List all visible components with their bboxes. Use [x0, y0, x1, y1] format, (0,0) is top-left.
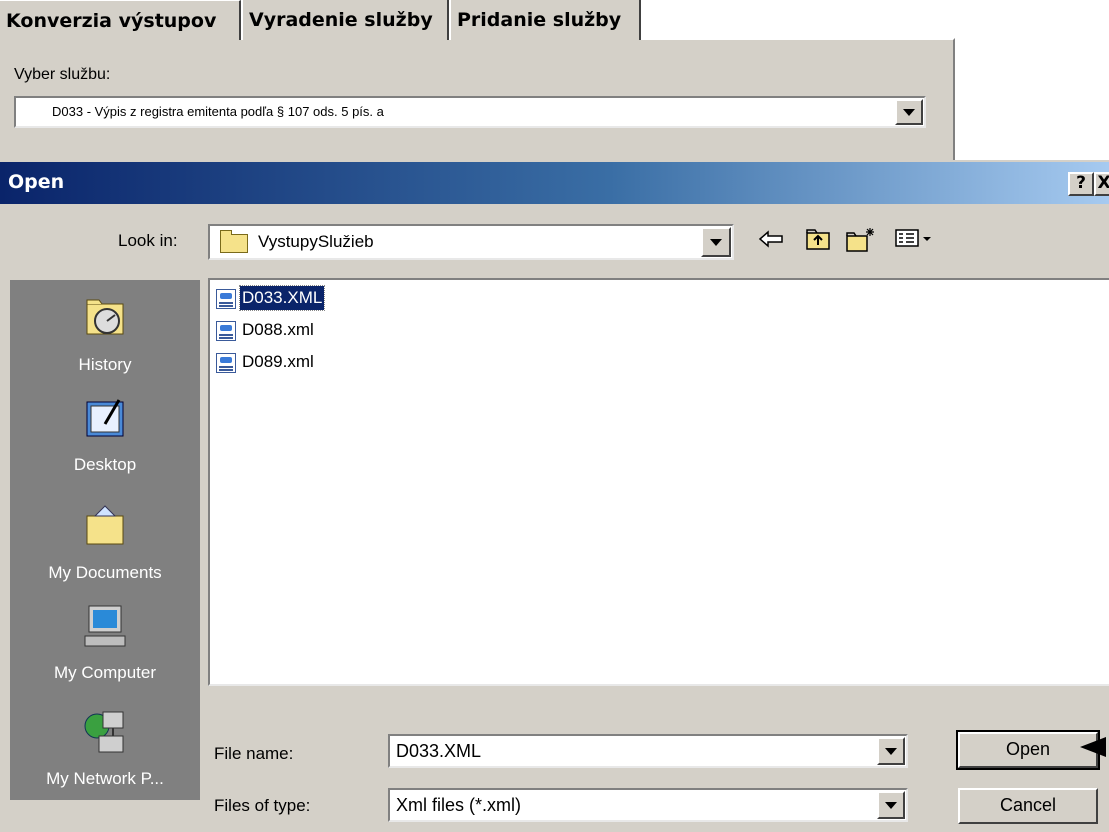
- new-folder-icon[interactable]: [844, 226, 876, 258]
- file-name: D033.XML: [238, 285, 326, 311]
- back-arrow-icon[interactable]: [756, 226, 788, 258]
- network-places-icon: [84, 711, 124, 753]
- history-icon: [86, 299, 124, 335]
- file-item[interactable]: D033.XML: [216, 285, 326, 311]
- my-documents-icon: [86, 505, 124, 545]
- place-network[interactable]: My Network P...: [10, 708, 200, 789]
- close-button[interactable]: X: [1094, 172, 1109, 196]
- xml-file-icon: [216, 288, 236, 309]
- file-item[interactable]: D088.xml: [216, 318, 316, 342]
- file-list[interactable]: D033.XML D088.xml D089.xml: [208, 278, 1109, 686]
- file-name-label: File name:: [214, 744, 294, 763]
- file-type-value: Xml files (*.xml): [396, 795, 521, 815]
- dialog-title: Open: [8, 171, 65, 193]
- xml-file-icon: [216, 352, 236, 373]
- my-computer-icon: [84, 605, 126, 647]
- look-in-label: Look in:: [118, 231, 178, 250]
- file-name-input[interactable]: D033.XML: [388, 734, 908, 768]
- view-menu-icon[interactable]: [892, 226, 936, 258]
- pointer-arrow-icon: [1080, 737, 1106, 757]
- xml-file-icon: [216, 320, 236, 341]
- file-type-select[interactable]: Xml files (*.xml): [388, 788, 908, 822]
- tab-konverzia-vystupov[interactable]: Konverzia výstupov: [0, 0, 241, 40]
- file-name: D089.xml: [242, 352, 314, 371]
- place-my-computer-label: My Computer: [53, 663, 157, 682]
- places-bar: History Desktop My Documents My Computer: [10, 280, 200, 800]
- tab-vyradenie-sluzby[interactable]: Vyradenie služby: [241, 0, 449, 40]
- place-network-label: My Network P...: [46, 769, 164, 788]
- file-item[interactable]: D089.xml: [216, 350, 316, 374]
- place-desktop-label: Desktop: [73, 455, 137, 474]
- service-label: Vyber službu:: [14, 66, 111, 83]
- help-button[interactable]: ?: [1068, 172, 1094, 196]
- file-type-label: Files of type:: [214, 796, 311, 815]
- open-button[interactable]: Open: [956, 730, 1100, 770]
- file-name: D088.xml: [242, 320, 314, 339]
- service-select[interactable]: D033 - Výpis z registra emitenta podľa §…: [14, 96, 926, 128]
- folder-icon: [220, 230, 248, 253]
- place-history[interactable]: History: [10, 294, 200, 375]
- place-my-documents[interactable]: My Documents: [10, 502, 200, 583]
- cancel-button[interactable]: Cancel: [958, 788, 1098, 824]
- chevron-down-icon[interactable]: [877, 737, 905, 765]
- look-in-select[interactable]: VystupySlužieb: [208, 224, 734, 260]
- tab-pridanie-sluzby[interactable]: Pridanie služby: [449, 0, 641, 40]
- place-my-computer[interactable]: My Computer: [10, 602, 200, 683]
- file-name-value: D033.XML: [396, 741, 482, 761]
- look-in-value: VystupySlužieb: [258, 232, 374, 251]
- place-desktop[interactable]: Desktop: [10, 394, 200, 475]
- place-history-label: History: [78, 355, 132, 374]
- dialog-titlebar[interactable]: [0, 162, 1109, 204]
- place-my-documents-label: My Documents: [48, 563, 162, 582]
- up-folder-icon[interactable]: [802, 226, 834, 258]
- chevron-down-icon[interactable]: [877, 791, 905, 819]
- desktop-icon: [86, 399, 124, 437]
- chevron-down-icon[interactable]: [701, 227, 731, 257]
- chevron-down-icon[interactable]: [895, 99, 923, 125]
- service-select-value: D033 - Výpis z registra emitenta podľa §…: [52, 104, 384, 119]
